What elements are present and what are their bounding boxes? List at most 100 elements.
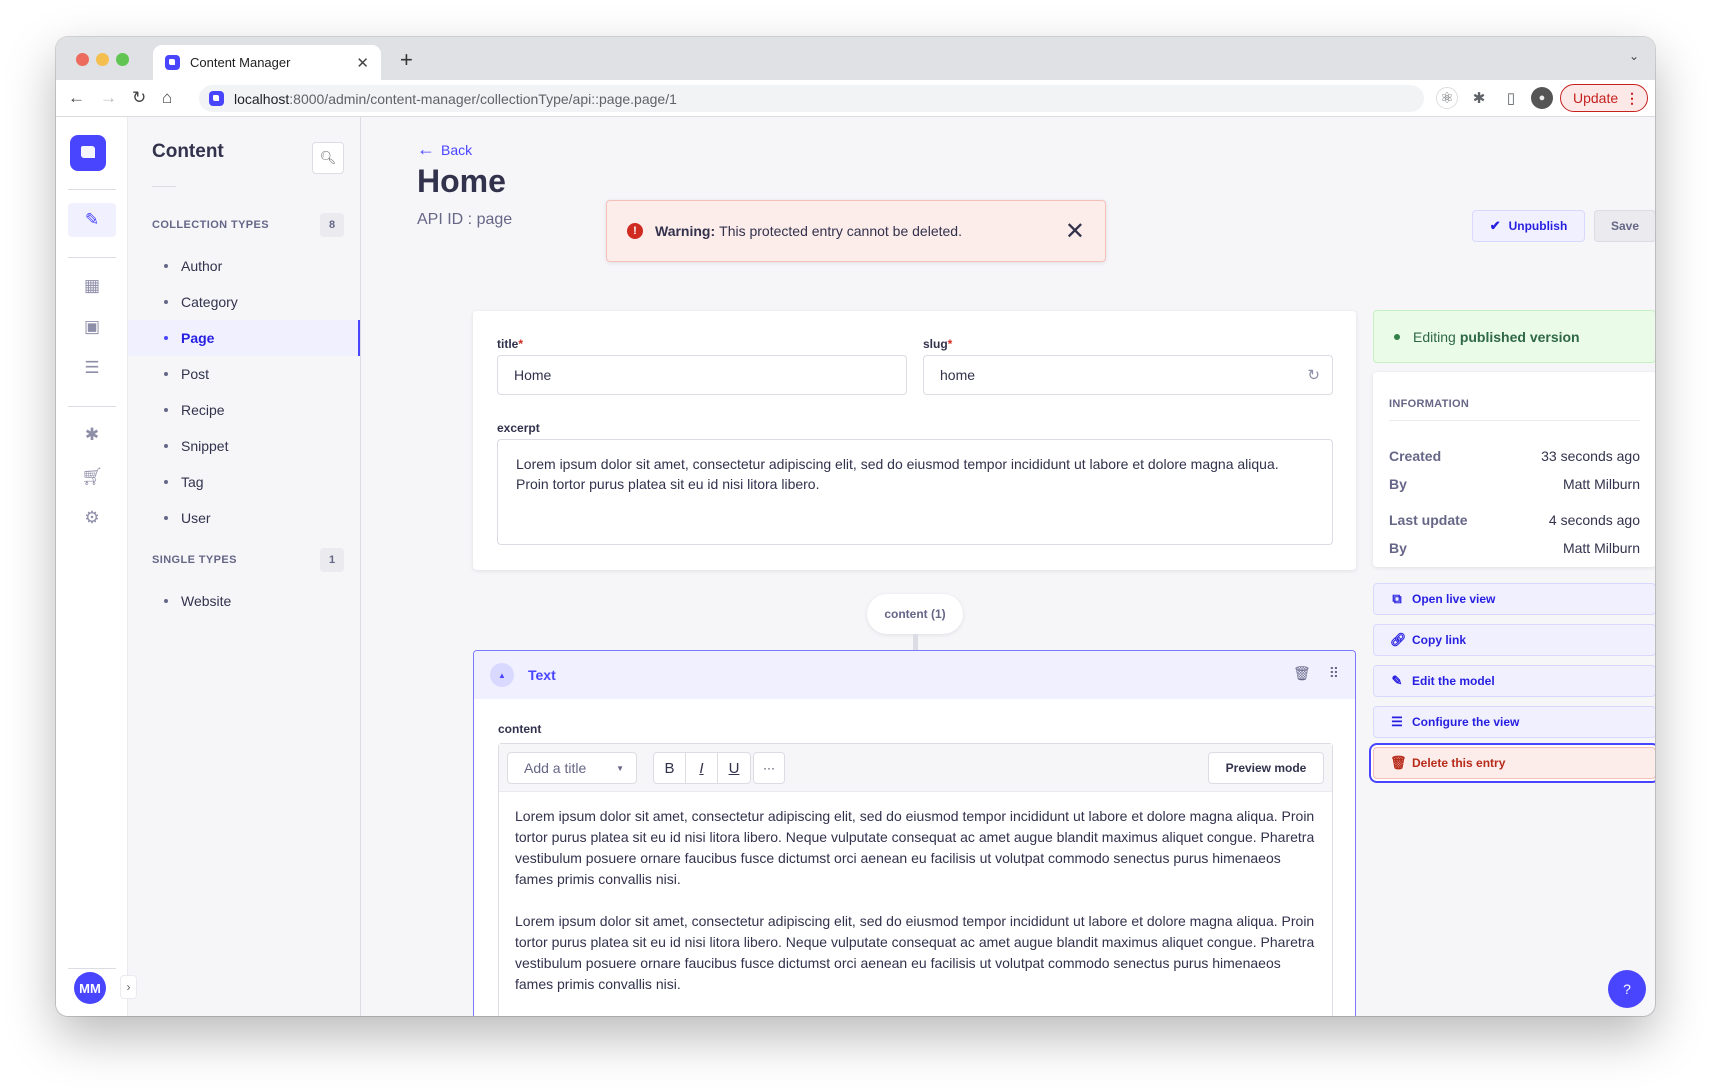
created-by-row: By Matt Milburn xyxy=(1389,476,1640,492)
caret-down-icon: ▼ xyxy=(616,763,624,773)
maximize-window-button[interactable] xyxy=(116,53,129,66)
new-tab-button[interactable]: + xyxy=(400,47,413,73)
edit-model-button[interactable]: ✎ Edit the model xyxy=(1373,665,1655,697)
close-alert-icon[interactable]: ✕ xyxy=(1065,217,1085,246)
list-icon[interactable]: ☰ xyxy=(68,351,116,385)
sidebar-item-website[interactable]: Website xyxy=(128,583,360,619)
browser-tab[interactable]: Content Manager ✕ xyxy=(153,45,381,80)
back-link[interactable]: ← Back xyxy=(417,139,472,160)
rich-text-editor: Add a title ▼ B I U ··· Preview mode Lore… xyxy=(498,743,1333,1016)
required-mark: * xyxy=(518,337,524,351)
tab-title: Content Manager xyxy=(190,55,291,70)
browser-toolbar: ← → ↻ ⌂ localhost:8000/admin/content-man… xyxy=(56,80,1655,117)
main-content: ← Back Home API ID : page ! Warning: This… xyxy=(361,117,1655,1016)
sidebar-item-user[interactable]: User xyxy=(128,500,360,536)
action-label: Open live view xyxy=(1412,592,1496,606)
sidebar-item-tag[interactable]: Tag xyxy=(128,464,360,500)
editor-body[interactable]: Lorem ipsum dolor sit amet, consectetur … xyxy=(499,792,1332,1016)
bullet-icon xyxy=(164,599,168,603)
forward-nav-icon[interactable]: → xyxy=(100,88,117,108)
save-button[interactable]: Save xyxy=(1594,210,1655,242)
content-field-label: content xyxy=(498,722,542,736)
delete-entry-button[interactable]: 🗑︎ Delete this entry xyxy=(1373,747,1655,779)
search-icon: 🔍︎ xyxy=(319,150,337,165)
preview-mode-button[interactable]: Preview mode xyxy=(1208,752,1324,784)
required-mark: * xyxy=(947,337,953,351)
sidebar-item-snippet[interactable]: Snippet xyxy=(128,428,360,464)
link-icon: 🔗︎ xyxy=(1390,632,1407,647)
gear-icon[interactable]: ⚙ xyxy=(68,501,116,535)
profile-avatar-icon[interactable]: ● xyxy=(1531,87,1553,109)
extensions-puzzle-icon[interactable]: ✱ xyxy=(1468,87,1490,109)
regenerate-icon[interactable]: ↻ xyxy=(1307,366,1320,384)
configure-view-button[interactable]: ☰ Configure the view xyxy=(1373,706,1655,738)
sidebar-item-page[interactable]: Page xyxy=(128,320,360,356)
updated-by-value: Matt Milburn xyxy=(1562,540,1640,556)
layout-icon[interactable]: ▦ xyxy=(68,269,116,303)
updated-value: 4 seconds ago xyxy=(1548,512,1640,528)
update-label: Update xyxy=(1573,90,1619,106)
user-avatar[interactable]: MM xyxy=(74,972,106,1004)
action-label: Edit the model xyxy=(1412,674,1495,688)
bullet-icon xyxy=(164,264,168,268)
sidebar-item-post[interactable]: Post xyxy=(128,356,360,392)
created-by-label: By xyxy=(1389,476,1407,492)
puzzle-icon[interactable]: ✱ xyxy=(68,418,116,452)
help-button[interactable]: ? xyxy=(1608,970,1646,1008)
trash-icon[interactable]: 🗑︎ xyxy=(1293,665,1311,682)
back-nav-icon[interactable]: ← xyxy=(68,88,85,108)
italic-button[interactable]: I xyxy=(686,753,718,783)
image-icon[interactable]: ▣ xyxy=(68,310,116,344)
sidebar-item-category[interactable]: Category xyxy=(128,284,360,320)
fields-card: title* Home slug* home ↻ excerpt Lorem ip… xyxy=(473,311,1356,570)
address-bar[interactable]: localhost:8000/admin/content-manager/col… xyxy=(199,85,1424,112)
close-tab-icon[interactable]: ✕ xyxy=(356,54,369,72)
status-banner: Editing published version xyxy=(1373,310,1655,363)
updated-label: Last update xyxy=(1389,512,1468,528)
copy-link-button[interactable]: 🔗︎ Copy link xyxy=(1373,624,1655,656)
warning-alert: ! Warning: This protected entry cannot b… xyxy=(606,200,1106,262)
react-devtools-extension-icon[interactable]: ⚛ xyxy=(1436,87,1458,109)
action-label: Copy link xyxy=(1412,633,1467,647)
tab-search-chevron-icon[interactable]: ⌄ xyxy=(1629,49,1639,63)
sidebar-item-recipe[interactable]: Recipe xyxy=(128,392,360,428)
bold-button[interactable]: B xyxy=(654,753,686,783)
drag-handle-icon[interactable]: ⠿ xyxy=(1329,665,1339,682)
feather-icon[interactable]: ✎ xyxy=(68,203,116,237)
expand-nav-chevron-icon[interactable]: › xyxy=(120,975,137,999)
reload-icon[interactable]: ↻ xyxy=(132,88,146,108)
underline-button[interactable]: U xyxy=(718,753,750,783)
cart-icon[interactable]: 🛒︎ xyxy=(68,460,116,494)
sidebar-item-author[interactable]: Author xyxy=(128,248,360,284)
warning-strong: Warning: xyxy=(655,223,716,239)
created-value: 33 seconds ago xyxy=(1541,448,1640,464)
created-label: Created xyxy=(1389,448,1442,464)
status-dot-icon xyxy=(1394,333,1400,340)
side-panel-icon[interactable]: ▯ xyxy=(1500,87,1522,109)
list-icon: ☰ xyxy=(1391,714,1403,729)
slug-input[interactable]: home ↻ xyxy=(923,355,1333,395)
sidebar-search-button[interactable]: 🔍︎ xyxy=(312,142,344,174)
title-label: title* xyxy=(497,337,523,351)
unpublish-button[interactable]: ✔ Unpublish xyxy=(1472,210,1585,242)
more-options-button[interactable]: ··· xyxy=(753,752,785,784)
excerpt-label: excerpt xyxy=(497,421,540,435)
url-path: :8000/admin/content-manager/collectionTy… xyxy=(289,90,677,107)
browser-window: Content Manager ✕ + ⌄ ← → ↻ ⌂ localhost:… xyxy=(56,37,1655,1016)
main-nav: ✎ ▦ ▣ ☰ ✱ 🛒︎ ⚙ MM › xyxy=(56,117,137,1016)
excerpt-textarea[interactable]: Lorem ipsum dolor sit amet, consectetur … xyxy=(497,439,1333,545)
strapi-logo[interactable] xyxy=(70,135,106,171)
action-label: Configure the view xyxy=(1412,715,1520,729)
close-window-button[interactable] xyxy=(76,53,89,66)
open-live-view-button[interactable]: ⧉ Open live view xyxy=(1373,583,1655,615)
update-button[interactable]: Update ⋮ xyxy=(1560,84,1648,112)
heading-select[interactable]: Add a title ▼ xyxy=(507,752,637,784)
sidebar-item-label: Page xyxy=(181,330,215,346)
home-icon[interactable]: ⌂ xyxy=(162,88,172,108)
chevron-up-icon[interactable]: ▲ xyxy=(490,663,514,687)
component-header[interactable]: ▲ Text 🗑︎ ⠿ xyxy=(474,651,1355,699)
title-input[interactable]: Home xyxy=(497,355,907,395)
minimize-window-button[interactable] xyxy=(96,53,109,66)
paragraph: Lorem ipsum dolor sit amet, consectetur … xyxy=(515,808,1315,887)
title-label-text: title xyxy=(497,337,519,351)
